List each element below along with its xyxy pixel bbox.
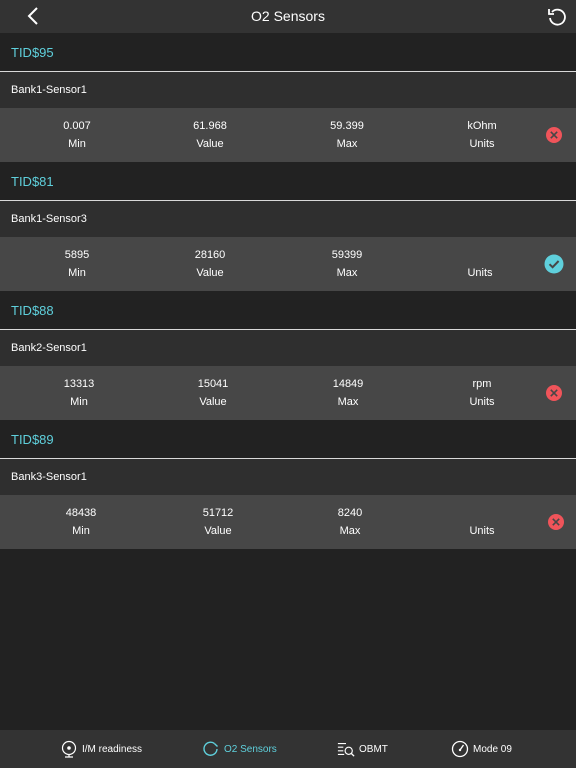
max-label: Max xyxy=(336,267,358,279)
min-cell: 13313 Min xyxy=(34,375,124,411)
refresh-icon[interactable] xyxy=(545,5,569,29)
current-value: 28160 xyxy=(194,249,226,261)
value-label: Value xyxy=(199,396,227,408)
tab-mode-09[interactable]: Mode 09 xyxy=(451,730,512,768)
sensor-label: Bank1-Sensor3 xyxy=(11,213,87,225)
min-label: Min xyxy=(68,138,86,150)
current-value: 15041 xyxy=(197,378,229,390)
sensor-label: Bank2-Sensor1 xyxy=(11,342,87,354)
units-cell: Units xyxy=(435,246,525,282)
tab-obmt[interactable]: OBMT xyxy=(337,730,388,768)
readiness-icon xyxy=(60,740,78,758)
max-value: 59399 xyxy=(331,249,363,261)
max-cell: 59.399 Max xyxy=(302,117,392,153)
sensor-data-row: 13313 Min 15041 Value 14849 Max rpm Unit… xyxy=(0,366,576,420)
min-cell: 5895 Min xyxy=(32,246,122,282)
unit-value: kOhm xyxy=(467,120,497,132)
sensor-list: TID$95 Bank1-Sensor1 0.007 Min 61.968 Va… xyxy=(0,33,576,549)
sensor-label: Bank1-Sensor1 xyxy=(11,84,87,96)
value-cell: 51712 Value xyxy=(173,504,263,540)
value-label: Value xyxy=(196,138,224,150)
tid-header: TID$81 xyxy=(0,162,576,201)
page-title: O2 Sensors xyxy=(251,8,325,24)
min-cell: 48438 Min xyxy=(36,504,126,540)
sensor-data-row: 5895 Min 28160 Value 59399 Max Units xyxy=(0,237,576,291)
pass-icon xyxy=(544,254,564,274)
tid-label: TID$95 xyxy=(11,44,54,60)
tid-section: TID$88 Bank2-Sensor1 13313 Min 15041 Val… xyxy=(0,291,576,420)
units-cell: kOhm Units xyxy=(437,117,527,153)
tid-label: TID$81 xyxy=(11,173,54,189)
max-cell: 14849 Max xyxy=(303,375,393,411)
value-cell: 15041 Value xyxy=(168,375,258,411)
tab-im-readiness[interactable]: I/M readiness xyxy=(60,730,142,768)
tid-section: TID$95 Bank1-Sensor1 0.007 Min 61.968 Va… xyxy=(0,33,576,162)
sensor-label: Bank3-Sensor1 xyxy=(11,471,87,483)
sensor-data-row: 48438 Min 51712 Value 8240 Max Units xyxy=(0,495,576,549)
tid-header: TID$89 xyxy=(0,420,576,459)
current-value: 51712 xyxy=(202,507,234,519)
units-cell: rpm Units xyxy=(437,375,527,411)
min-label: Min xyxy=(72,525,90,537)
tid-header: TID$95 xyxy=(0,33,576,72)
tab-o2-sensors[interactable]: O2 Sensors xyxy=(202,730,277,768)
min-cell: 0.007 Min xyxy=(32,117,122,153)
unit-value xyxy=(437,504,527,522)
tab-label: O2 Sensors xyxy=(224,743,277,755)
sensor-header: Bank3-Sensor1 xyxy=(0,459,576,495)
o2-sensor-icon xyxy=(202,740,220,758)
max-cell: 8240 Max xyxy=(305,504,395,540)
tid-header: TID$88 xyxy=(0,291,576,330)
min-label: Min xyxy=(70,396,88,408)
units-cell: Units xyxy=(437,504,527,540)
max-label: Max xyxy=(336,138,358,150)
value-cell: 28160 Value xyxy=(165,246,255,282)
unit-label: Units xyxy=(469,525,495,537)
min-value: 13313 xyxy=(63,378,95,390)
value-cell: 61.968 Value xyxy=(165,117,255,153)
obmt-icon xyxy=(337,740,355,758)
tab-label: OBMT xyxy=(359,743,388,755)
min-label: Min xyxy=(68,267,86,279)
sensor-header: Bank1-Sensor1 xyxy=(0,72,576,108)
unit-label: Units xyxy=(469,138,495,150)
tab-label: Mode 09 xyxy=(473,743,512,755)
value-label: Value xyxy=(204,525,232,537)
max-value: 14849 xyxy=(332,378,364,390)
max-label: Max xyxy=(337,396,359,408)
min-value: 5895 xyxy=(64,249,90,261)
fail-icon xyxy=(547,513,565,531)
max-value: 59.399 xyxy=(330,120,364,132)
fail-icon xyxy=(545,126,563,144)
tid-section: TID$81 Bank1-Sensor3 5895 Min 28160 Valu… xyxy=(0,162,576,291)
max-value: 8240 xyxy=(337,507,363,519)
value-label: Value xyxy=(196,267,224,279)
sensor-header: Bank2-Sensor1 xyxy=(0,330,576,366)
tid-label: TID$89 xyxy=(11,431,54,447)
tab-label: I/M readiness xyxy=(82,743,143,755)
max-cell: 59399 Max xyxy=(302,246,392,282)
unit-label: Units xyxy=(469,396,495,408)
current-value: 61.968 xyxy=(193,120,227,132)
tid-section: TID$89 Bank3-Sensor1 48438 Min 51712 Val… xyxy=(0,420,576,549)
max-label: Max xyxy=(339,525,361,537)
gauge-icon xyxy=(451,740,469,758)
unit-value xyxy=(435,246,525,264)
unit-value: rpm xyxy=(472,378,492,390)
sensor-header: Bank1-Sensor3 xyxy=(0,201,576,237)
sensor-data-row: 0.007 Min 61.968 Value 59.399 Max kOhm U… xyxy=(0,108,576,162)
fail-icon xyxy=(545,384,563,402)
tab-bar: I/M readiness O2 Sensors OBMT Mode 09 xyxy=(0,730,576,768)
tid-label: TID$88 xyxy=(11,302,54,318)
navigation-bar: O2 Sensors xyxy=(0,0,576,33)
unit-label: Units xyxy=(467,267,493,279)
min-value: 0.007 xyxy=(63,120,91,132)
min-value: 48438 xyxy=(65,507,97,519)
